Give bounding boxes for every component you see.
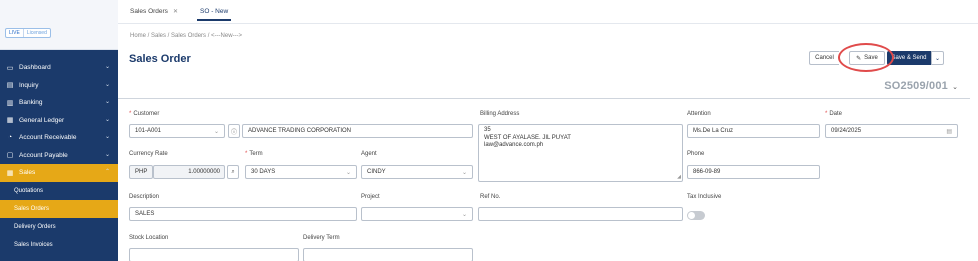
customer-code-select[interactable]: 101-A001 ⌄ [129,124,225,138]
project-label: Project [361,194,380,200]
currency-rate-label: Currency Rate [129,151,168,157]
chevron-down-icon[interactable]: ⌄ [952,83,958,91]
save-highlight-annotation [838,43,894,72]
term-label: * Term [245,151,263,157]
sidebar-item-banking[interactable]: ▥ Banking ⌄ [0,94,118,112]
chevron-down-icon: ⌄ [104,64,110,70]
currency-code-field: PHP [129,165,153,179]
billing-address-label: Billing Address [480,111,520,117]
tax-inclusive-toggle[interactable] [687,211,705,220]
sidebar-item-label: Account Receivable [19,134,77,142]
term-select[interactable]: 30 DAYS ⌄ [245,165,357,179]
ref-no-label: Ref No. [480,194,501,200]
resize-grip-icon: ◢ [677,173,681,180]
mode-live-label[interactable]: LIVE [6,29,24,37]
tab-label: SO - New [200,8,229,15]
ledger-icon: ▦ [6,117,14,125]
chevron-down-icon: ⌄ [104,81,110,88]
tab-strip: Sales Orders ✕ SO - New [118,0,978,24]
banking-icon: ▥ [6,99,14,107]
attention-label: Attention [687,111,711,117]
sidebar-item-sales[interactable]: ▦ Sales ⌃ [0,164,118,182]
delivery-term-field[interactable] [303,248,473,261]
chevron-down-icon[interactable]: ⌄ [931,51,944,65]
sidebar-item-label: Dashboard [19,64,51,72]
agent-label: Agent [361,151,377,157]
receivable-icon: ◔ [7,134,13,142]
mode-licensed-label[interactable]: Licensed [24,29,50,37]
agent-select[interactable]: CINDY ⌄ [361,165,473,179]
tab-sales-orders[interactable]: Sales Orders ✕ [130,8,178,15]
dashboard-icon: ▭ [6,64,14,72]
project-select[interactable]: ⌄ [361,207,473,221]
sidebar-nav: ▭ Dashboard ⌄ ▤ Inquiry ⌄ ▥ Banking ⌄ ▦ … [0,59,118,254]
chevron-up-icon: ⌃ [104,169,110,175]
calendar-icon: ▤ [946,129,952,135]
close-icon[interactable]: ✕ [173,8,178,15]
document-number: SO2509/001 [884,80,948,92]
ref-no-field[interactable] [478,207,683,221]
tab-label: Sales Orders [130,8,168,15]
sidebar-item-account-payable[interactable]: ▢ Account Payable ⌄ [0,147,118,165]
search-icon[interactable]: ⌕ [227,165,239,179]
description-field[interactable]: SALES [129,207,357,221]
attention-field[interactable]: Ms.De La Cruz [687,124,820,138]
sidebar-header: LIVE Licensed [0,0,118,50]
phone-label: Phone [687,151,705,157]
sidebar-item-general-ledger[interactable]: ▦ General Ledger ⌄ [0,112,118,130]
billing-address-field[interactable]: 35 WEST OF AYALASE. JIL PUYAT law@advanc… [478,124,683,182]
customer-name-field[interactable]: ADVANCE TRADING CORPORATION [242,124,473,138]
breadcrumb[interactable]: Home / Sales / Sales Orders / <---New---… [130,33,242,39]
sidebar-item-label: Banking [19,99,43,107]
stock-location-label: Stock Location [129,235,169,241]
sidebar: LIVE Licensed ▭ Dashboard ⌄ ▤ Inquiry ⌄ … [0,0,118,261]
payable-icon: ▢ [6,152,14,160]
mode-toggle[interactable]: LIVE Licensed [5,28,51,38]
chevron-down-icon: ⌄ [104,99,110,105]
page-title: Sales Order [129,53,191,65]
chevron-down-icon: ⌄ [104,151,110,158]
sidebar-item-dashboard[interactable]: ▭ Dashboard ⌄ [0,59,118,77]
sidebar-subitem-sales-orders[interactable]: Sales Orders [0,199,118,218]
tax-inclusive-label: Tax Inclusive [687,194,722,200]
sidebar-item-label: Sales [19,169,36,177]
chevron-down-icon: ⌄ [104,116,110,123]
sidebar-item-label: Inquiry [19,81,39,89]
phone-field[interactable]: 866-09-89 [687,165,820,179]
sidebar-item-label: Account Payable [19,151,68,159]
cancel-button[interactable]: Cancel [809,51,839,65]
chevron-down-icon: ⌄ [104,134,110,140]
sidebar-subitem-sales-invoices[interactable]: Sales Invoices [0,236,118,254]
divider [118,98,970,99]
delivery-term-label: Delivery Term [303,235,340,241]
sales-icon: ▦ [6,169,14,177]
sidebar-item-account-receivable[interactable]: ◔ Account Receivable ⌄ [0,129,118,147]
chevron-down-icon: ⌄ [213,129,219,135]
customer-info-icon[interactable]: ⓘ [228,124,240,138]
inquiry-icon: ▤ [6,82,14,90]
chevron-down-icon: ⌄ [461,212,467,218]
description-label: Description [129,194,160,200]
sidebar-subitem-delivery-orders[interactable]: Delivery Orders [0,218,118,236]
chevron-down-icon: ⌄ [345,170,351,176]
date-field[interactable]: 09/24/2025 ▤ [825,124,958,138]
sidebar-item-inquiry[interactable]: ▤ Inquiry ⌄ [0,77,118,95]
customer-label: * Customer [129,111,160,117]
currency-rate-field[interactable]: 1.00000000 [153,165,225,179]
main-content: Home / Sales / Sales Orders / <---New---… [118,24,978,261]
chevron-down-icon: ⌄ [461,170,467,176]
stock-location-field[interactable] [129,248,299,261]
sidebar-item-label: General Ledger [19,116,65,124]
tab-so-new[interactable]: SO - New [196,8,232,21]
sidebar-subitem-quotations[interactable]: Quotations [0,182,118,200]
date-label: * Date [825,111,843,117]
